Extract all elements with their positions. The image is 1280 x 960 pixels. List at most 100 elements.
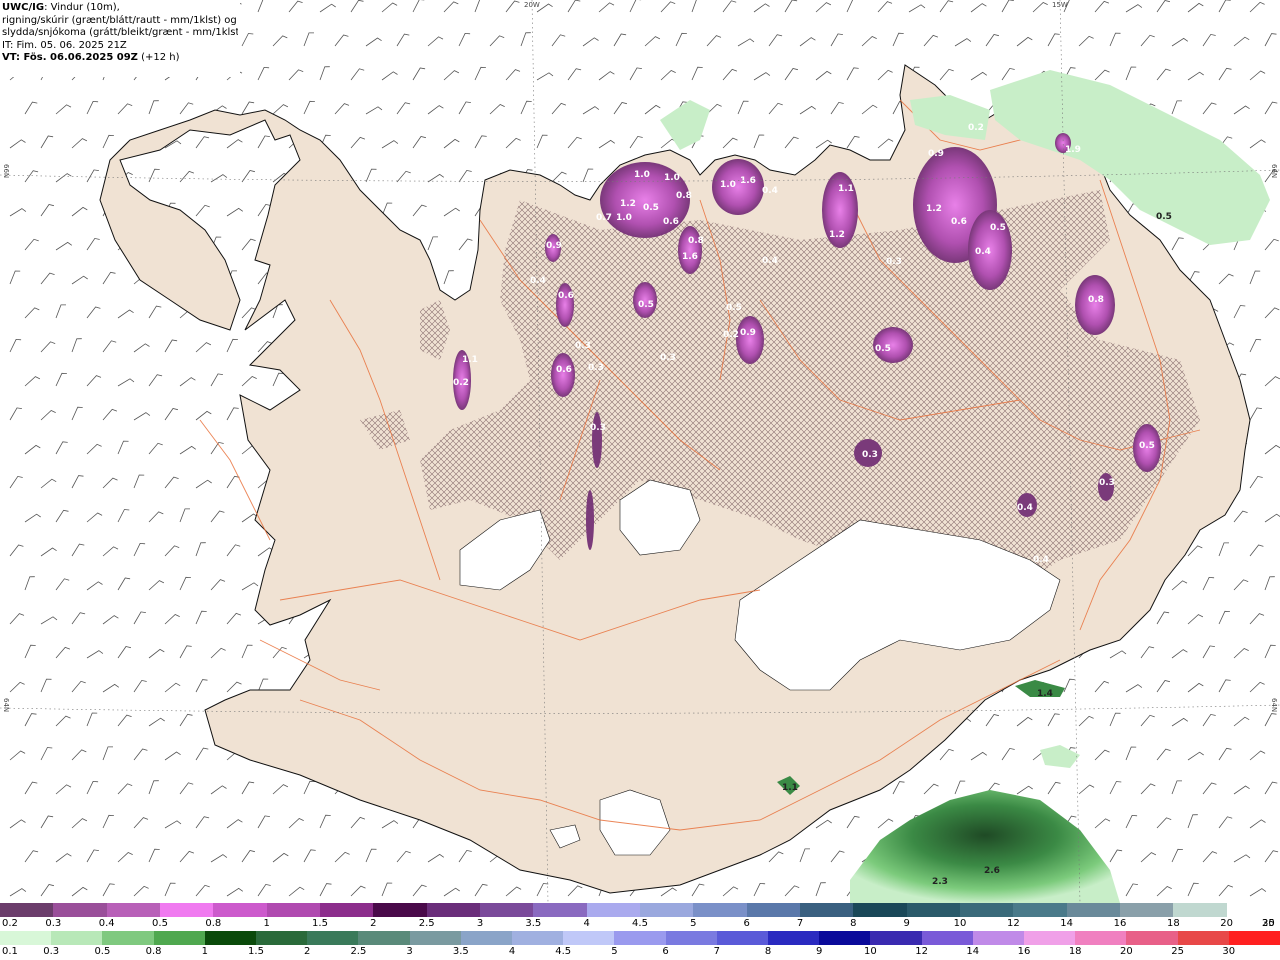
wind-barb <box>288 818 304 829</box>
wind-barb <box>102 814 114 829</box>
colorbar-rain-swatch <box>204 931 257 945</box>
value-label: 1.0 <box>720 180 736 190</box>
wind-barb <box>1249 407 1262 421</box>
colorbar-rain-labels: 0.1 0.3 0.5 0.8 1 1.5 2 2.5 3 3.5 4 4.5 5 6 7 8 9 10 12 14 1… <box>0 946 1280 958</box>
wind-barb <box>582 106 600 115</box>
wind-barb <box>226 139 243 149</box>
wind-barb <box>505 69 521 81</box>
wind-barb <box>892 781 905 795</box>
wind-barb <box>210 510 225 523</box>
wind-barb <box>241 376 257 387</box>
wind-barb <box>644 104 661 115</box>
wind-barb <box>40 478 57 489</box>
wind-barb <box>1249 338 1262 353</box>
wind-barb <box>179 782 194 795</box>
wind-barb <box>1264 713 1277 727</box>
wind-barb <box>9 888 27 897</box>
wind-barb <box>737 38 755 47</box>
wind-barb <box>226 338 238 353</box>
wind-barb <box>71 138 88 149</box>
wind-barb <box>210 373 223 387</box>
wind-barb <box>117 783 133 795</box>
wind-barb <box>179 170 195 183</box>
wind-barb <box>55 241 73 251</box>
wind-barb <box>9 270 21 285</box>
wind-barb <box>24 713 37 727</box>
wind-barb <box>133 748 148 761</box>
wind-barb <box>1171 649 1188 659</box>
colorbar-snow-swatch <box>1226 903 1280 917</box>
wind-barb <box>226 207 244 217</box>
wind-barb <box>1249 70 1266 81</box>
wind-barb <box>148 848 160 863</box>
wind-barb <box>55 578 70 591</box>
wind-barb <box>1202 713 1216 727</box>
wind-barb <box>427 36 444 47</box>
wind-barb <box>691 0 697 13</box>
wind-barb <box>9 819 26 829</box>
value-label: 0.6 <box>663 217 679 227</box>
wind-barb <box>582 37 599 47</box>
wind-barb <box>1264 644 1276 659</box>
colorbar-rain-tick-label: 25 <box>1171 946 1184 957</box>
colorbar-snow-tick-label: 6 <box>743 918 750 929</box>
wind-barb <box>1249 681 1265 693</box>
wind-barb <box>272 852 289 863</box>
colorbar-rain-swatch <box>716 931 769 945</box>
wind-barb <box>195 679 208 693</box>
wind-barb <box>9 750 26 761</box>
colorbar-rain: 0.1 0.3 0.5 0.8 1 1.5 2 2.5 3 3.5 4 4.5 5 6 7 8 9 10 12 14 1… <box>0 931 1280 960</box>
wind-barb <box>1249 750 1266 761</box>
wind-barb <box>1218 273 1234 285</box>
wind-barb <box>799 37 816 47</box>
value-label: 0.2 <box>968 123 984 133</box>
value-label: 0.5 <box>990 223 1006 233</box>
wind-barb <box>1264 576 1275 591</box>
colorbar-rain-tick-label: 20 <box>1120 946 1133 957</box>
colorbar-snow-tick-label: 7 <box>796 918 804 929</box>
wind-barb <box>9 407 22 421</box>
wind-barb <box>1187 882 1199 897</box>
colorbar-snow-tick-label: 18 <box>1166 918 1180 929</box>
value-label: 1.0 <box>634 170 650 180</box>
wind-barb <box>195 610 207 625</box>
wind-barb <box>1249 888 1267 897</box>
wind-barb <box>40 135 54 149</box>
value-label: 0.5 <box>1139 441 1155 451</box>
wind-barb <box>567 68 582 81</box>
wind-barb <box>24 376 41 387</box>
colorbar-snow-tick-label: 5 <box>690 918 697 929</box>
wind-barb <box>1233 510 1248 523</box>
value-label: 0.6 <box>556 365 572 375</box>
wind-barb <box>846 135 860 149</box>
wind-barb <box>861 104 878 115</box>
wind-barb <box>1016 36 1033 47</box>
wind-barb <box>117 440 129 455</box>
wind-barb <box>319 66 330 81</box>
colorbar-snow-swatch <box>1119 903 1174 917</box>
value-label: 0.3 <box>660 353 676 363</box>
wind-barb <box>241 33 254 47</box>
value-label: 0.4 <box>762 256 778 266</box>
colorbar-snow-tick-label: 0.5 <box>152 918 168 929</box>
wind-barb <box>1125 684 1143 693</box>
wind-barb <box>954 38 972 47</box>
wind-barb <box>24 644 36 659</box>
wind-barb <box>195 747 209 761</box>
colorbar-snow-swatch <box>266 903 320 917</box>
wind-barb <box>195 204 210 217</box>
wind-barb <box>1109 781 1122 795</box>
wind-barb <box>877 818 894 829</box>
wind-barb <box>1218 610 1230 625</box>
colorbar-snow-swatch <box>906 903 960 917</box>
wind-barb <box>629 0 642 13</box>
wind-barb <box>71 543 85 557</box>
wind-barb <box>241 850 255 863</box>
value-label: 0.3 <box>1099 478 1115 488</box>
colorbar-rain-swatch <box>1228 931 1280 945</box>
colorbar-rain-tick-label: 10 <box>864 946 877 957</box>
wind-barb <box>272 35 288 47</box>
snow-cell <box>551 353 575 397</box>
wind-barb <box>1233 854 1251 863</box>
wind-barb <box>210 854 228 863</box>
